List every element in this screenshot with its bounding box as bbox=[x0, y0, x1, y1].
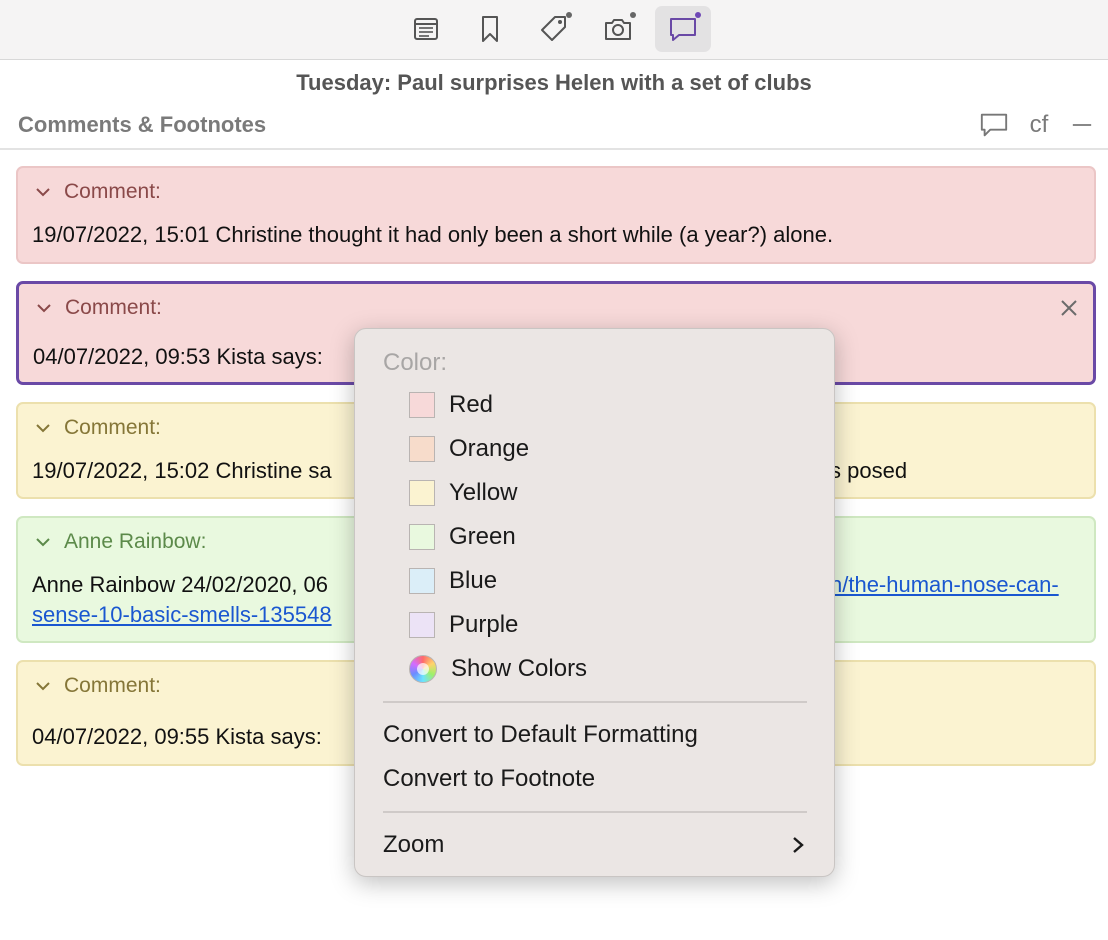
menu-item-convert-footnote[interactable]: Convert to Footnote bbox=[383, 765, 595, 793]
comments-section-header: Comments & Footnotes cf bbox=[0, 108, 1108, 150]
menu-item-label: Red bbox=[449, 391, 494, 418]
add-footnote-button[interactable]: cf bbox=[1026, 108, 1052, 142]
comment-header-label: Comment: bbox=[64, 180, 161, 203]
color-wheel-icon bbox=[409, 655, 437, 683]
comment-link-line2[interactable]: sense-10-basic-smells-135548 bbox=[32, 600, 332, 630]
green-swatch-icon bbox=[409, 524, 435, 550]
menu-separator bbox=[383, 811, 807, 813]
chevron-down-icon bbox=[36, 538, 50, 547]
menu-item-label: Yellow bbox=[449, 479, 518, 506]
context-menu: Color: Red Orange Yellow Green Blue Purp… bbox=[354, 328, 835, 877]
metadata-button[interactable] bbox=[526, 6, 582, 52]
metadata-dot bbox=[566, 12, 572, 18]
comment-header[interactable]: Comment: bbox=[35, 296, 162, 320]
chevron-down-icon bbox=[36, 682, 50, 691]
comment-header[interactable]: Anne Rainbow: bbox=[34, 530, 206, 554]
chevron-down-icon bbox=[36, 424, 50, 433]
camera-icon bbox=[605, 19, 631, 40]
add-comment-button[interactable] bbox=[978, 108, 1010, 142]
menu-color-heading: Color: bbox=[383, 349, 448, 376]
comment-header-label: Comment: bbox=[64, 674, 161, 697]
comment-header[interactable]: Comment: bbox=[34, 180, 161, 204]
menu-item-label: Orange bbox=[449, 435, 530, 462]
comment-text[interactable]: Anne Rainbow 24/02/2020, 06 bbox=[32, 570, 328, 600]
document-title: Tuesday: Paul surprises Helen with a set… bbox=[296, 70, 812, 95]
menu-item-label: Blue bbox=[449, 567, 498, 594]
chevron-right-icon bbox=[793, 837, 804, 853]
yellow-swatch-icon bbox=[409, 480, 435, 506]
section-title: Comments & Footnotes bbox=[18, 112, 267, 137]
comment-text[interactable]: 04/07/2022, 09:55 Kista says: bbox=[32, 722, 322, 752]
chevron-down-icon bbox=[37, 304, 51, 313]
comment-icon bbox=[980, 113, 1008, 137]
red-swatch-icon bbox=[409, 392, 435, 418]
chevron-down-icon bbox=[36, 188, 50, 197]
purple-swatch-icon bbox=[409, 612, 435, 638]
comment-header-label: Anne Rainbow: bbox=[64, 530, 207, 553]
comment-text[interactable]: 04/07/2022, 09:53 Kista says: bbox=[33, 342, 323, 372]
close-icon[interactable] bbox=[1059, 298, 1079, 318]
orange-swatch-icon bbox=[409, 436, 435, 462]
synopsis-button[interactable] bbox=[398, 6, 454, 52]
menu-item-label: Zoom bbox=[383, 831, 445, 858]
comment-link[interactable]: n/the-human-nose-can- bbox=[830, 570, 1059, 600]
comment-text[interactable]: 19/07/2022, 15:01 Christine thought it h… bbox=[32, 220, 833, 250]
comment-header[interactable]: Comment: bbox=[34, 674, 161, 698]
comment-link-text[interactable]: n/the-human-nose-can- bbox=[830, 572, 1059, 597]
comments-dot bbox=[695, 12, 701, 18]
comments-button[interactable] bbox=[655, 6, 711, 52]
bookmark-icon bbox=[482, 16, 498, 42]
comment-header[interactable]: Comment: bbox=[34, 416, 161, 440]
minus-icon bbox=[1072, 124, 1092, 126]
menu-item-label: Show Colors bbox=[451, 655, 588, 682]
snapshots-button[interactable] bbox=[590, 6, 646, 52]
menu-item-label: Green bbox=[449, 523, 516, 550]
comment-card[interactable]: Comment: 19/07/2022, 15:01 Christine tho… bbox=[16, 166, 1096, 264]
menu-item-label: Purple bbox=[449, 611, 519, 638]
menu-separator bbox=[383, 701, 807, 703]
comment-link-text[interactable]: sense-10-basic-smells-135548 bbox=[32, 602, 332, 627]
blue-swatch-icon bbox=[409, 568, 435, 594]
comment-header-label: Comment: bbox=[65, 296, 162, 319]
inspector-toolbar bbox=[0, 0, 1108, 60]
comment-icon bbox=[670, 18, 696, 41]
comment-text-end[interactable]: s posed bbox=[830, 456, 907, 486]
comment-text[interactable]: 19/07/2022, 15:02 Christine sa bbox=[32, 456, 332, 486]
synopsis-icon bbox=[414, 18, 438, 40]
comment-header-label: Comment: bbox=[64, 416, 161, 439]
tag-icon bbox=[541, 16, 566, 41]
remove-button[interactable] bbox=[1070, 108, 1094, 142]
menu-item-convert-default[interactable]: Convert to Default Formatting bbox=[383, 721, 698, 749]
bookmarks-button[interactable] bbox=[462, 6, 518, 52]
snapshots-dot bbox=[630, 12, 636, 18]
